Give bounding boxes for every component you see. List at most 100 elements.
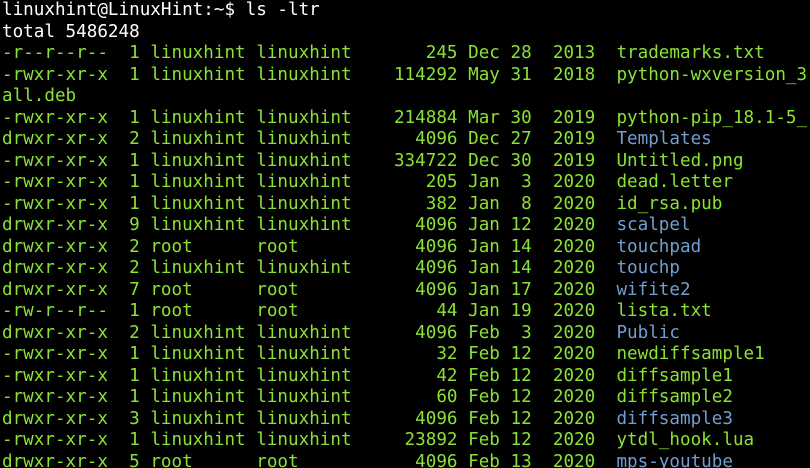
group: linuxhint — [256, 43, 352, 63]
day: 8 — [510, 193, 532, 214]
link-count: 2 — [118, 129, 140, 149]
month: Feb — [468, 451, 500, 468]
group: linuxhint — [256, 107, 352, 128]
group: linuxhint — [256, 215, 352, 235]
permissions: -rwxr-xr-x — [2, 387, 108, 407]
file-name: dead.letter — [616, 172, 733, 192]
listing-row: -rwxr-xr-x 1 linuxhint linuxhint 114292 … — [2, 65, 810, 87]
month: Feb — [468, 430, 500, 450]
owner: root — [150, 301, 246, 321]
day: 14 — [510, 236, 532, 257]
file-size: 4096 — [393, 322, 458, 343]
link-count: 1 — [118, 43, 140, 63]
file-size: 23892 — [393, 430, 458, 450]
month: Jan — [468, 301, 500, 321]
total-text: total 5486248 — [2, 21, 140, 42]
file-size: 4096 — [393, 129, 458, 149]
month: Jan — [468, 172, 500, 192]
listing-row: -rwxr-xr-x 1 linuxhint linuxhint 382 Jan… — [2, 194, 810, 216]
permissions: -r--r--r-- — [2, 43, 108, 63]
owner: linuxhint — [150, 107, 246, 128]
file-size: 114292 — [393, 64, 458, 85]
group: linuxhint — [256, 365, 352, 386]
group: linuxhint — [256, 64, 352, 85]
group: linuxhint — [256, 387, 352, 407]
link-count: 2 — [118, 258, 140, 278]
file-name: newdiffsample1 — [616, 344, 765, 364]
listing-row: -rwxr-xr-x 1 linuxhint linuxhint 60 Feb … — [2, 387, 810, 409]
year: 2019 — [542, 107, 596, 128]
month: Feb — [468, 344, 500, 364]
link-count: 1 — [118, 387, 140, 407]
group: linuxhint — [256, 258, 352, 278]
file-size: 334722 — [393, 150, 458, 171]
listing-row: drwxr-xr-x 2 linuxhint linuxhint 4096 Ja… — [2, 258, 810, 280]
file-name: python-wxversion_3 — [616, 64, 808, 85]
month: Jan — [468, 258, 500, 278]
file-name: diffsample2 — [616, 387, 733, 407]
day: 31 — [510, 64, 532, 85]
group: linuxhint — [256, 193, 352, 214]
listing-row: drwxr-xr-x 2 root root 4096 Jan 14 2020 … — [2, 237, 810, 259]
month: Feb — [468, 322, 500, 343]
directory-name: diffsample3 — [616, 408, 733, 429]
owner: linuxhint — [150, 43, 246, 63]
year: 2020 — [542, 258, 596, 278]
day: 3 — [510, 322, 532, 343]
year: 2018 — [542, 64, 596, 85]
permissions: -rwxr-xr-x — [2, 64, 108, 85]
terminal-window[interactable]: linuxhint@LinuxHint:~$ ls -ltr total 548… — [0, 0, 810, 468]
group: root — [256, 301, 352, 321]
file-listing: -r--r--r-- 1 linuxhint linuxhint 245 Dec… — [2, 43, 810, 468]
year: 2020 — [542, 451, 596, 468]
permissions: drwxr-xr-x — [2, 236, 108, 257]
wrapped-filename: all.deb — [2, 86, 77, 106]
group: linuxhint — [256, 129, 352, 149]
prompt-line: linuxhint@LinuxHint:~$ ls -ltr — [2, 0, 810, 22]
month: May — [468, 64, 500, 85]
file-size: 4096 — [393, 236, 458, 257]
